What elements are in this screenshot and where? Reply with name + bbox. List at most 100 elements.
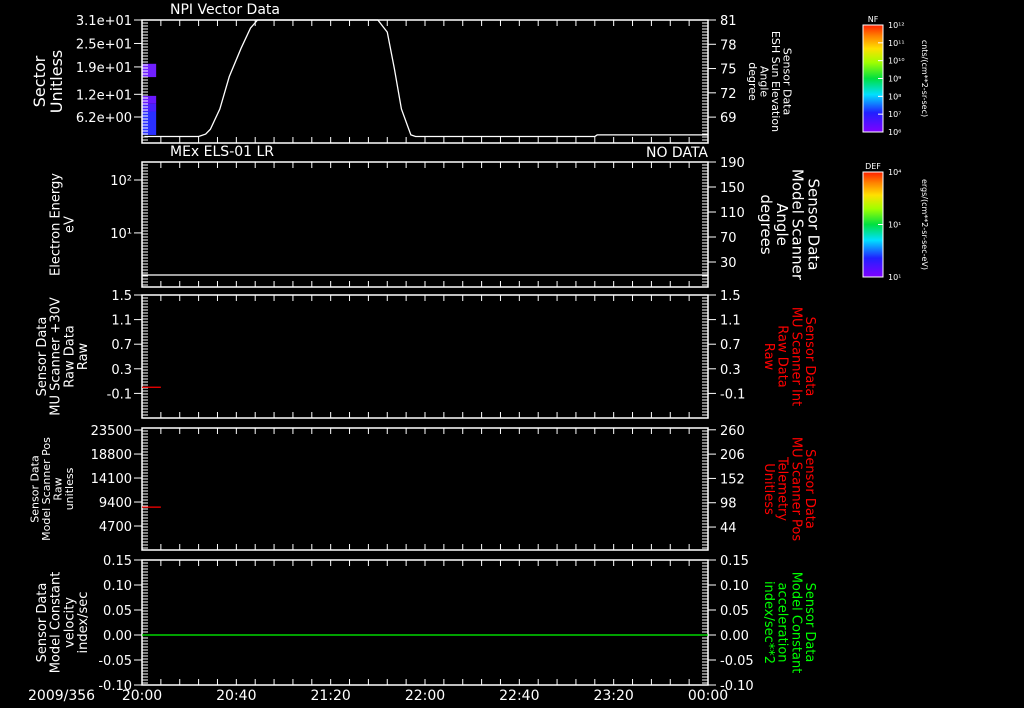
left-tick-label: 23500 bbox=[91, 424, 132, 439]
panel-3: 1.5 1.1 0.7 0.3 -0.1 1.5 1.1 0.7 0.3 -0.1 Sensor D… bbox=[35, 289, 817, 419]
colorbar-tick-label: 10¹ bbox=[888, 273, 901, 282]
panel-5: 0.150.100.050.00-0.05-0.100.150.100.050.… bbox=[35, 554, 817, 694]
time-axis: 20:00 20:40 21:20 22:00 22:40 23:20 00:00 bbox=[122, 688, 728, 704]
left-tick-label: 0.00 bbox=[103, 629, 132, 644]
right-tick-label: 98 bbox=[720, 497, 737, 512]
right-tick-label: 30 bbox=[720, 256, 737, 271]
right-axis-label-line: degree bbox=[746, 62, 759, 101]
time-tick-label: 20:40 bbox=[216, 688, 256, 704]
time-tick-label: 22:00 bbox=[405, 688, 445, 704]
left-axis-label: Electron EnergyeV bbox=[49, 173, 78, 276]
right-tick-label: 72 bbox=[720, 87, 737, 102]
panel-frame bbox=[141, 427, 709, 551]
time-tick-label: 23:20 bbox=[593, 688, 633, 704]
right-tick-label: 206 bbox=[720, 448, 745, 463]
right-axis-label: Sensor DataModel Constantaccelerationind… bbox=[761, 572, 817, 674]
left-axis-label-line: Unitless bbox=[47, 50, 66, 114]
colorbar-tick-label: 10¹⁰ bbox=[888, 57, 905, 66]
panel-frame bbox=[141, 161, 709, 288]
left-tick-label: 10² bbox=[110, 174, 132, 189]
left-tick-label: 18800 bbox=[91, 448, 132, 463]
time-tick-label: 21:20 bbox=[310, 688, 350, 704]
data-line bbox=[144, 19, 708, 138]
left-tick-label: 0.3 bbox=[111, 363, 132, 378]
left-tick-label: 1.5 bbox=[111, 289, 132, 304]
panel-1: 3.1e+01 2.5e+01 1.9e+01 1.2e+01 6.2e+00 81 78 7… bbox=[30, 2, 794, 144]
right-axis-label: Sensor DataESH Sun ElevationAngledegree bbox=[746, 31, 794, 132]
left-axis-label-line: Raw bbox=[76, 342, 91, 370]
right-tick-label: 260 bbox=[720, 424, 745, 439]
right-tick-label: 81 bbox=[720, 14, 737, 29]
panel-title: NPI Vector Data bbox=[170, 2, 280, 18]
left-tick-label: 0.7 bbox=[111, 338, 132, 353]
date-label: 2009/356 bbox=[28, 688, 95, 704]
right-tick-label: 0.00 bbox=[720, 629, 749, 644]
right-tick-label: 1.1 bbox=[720, 314, 741, 329]
left-tick-label: 0.15 bbox=[103, 554, 132, 569]
left-axis-label: Sensor DataModel Constantvelocityindex/s… bbox=[35, 572, 91, 674]
panel-frame bbox=[141, 19, 709, 144]
right-tick-label: 69 bbox=[720, 111, 737, 126]
panel-frame bbox=[141, 294, 709, 419]
colorbar-unit-text: ergs/(cm**2-sr-sec-eV) bbox=[920, 179, 929, 270]
right-tick-label: -0.1 bbox=[720, 387, 745, 402]
panel-4: 23500 18800 14100 9400 4700 260 206 152 98 44 Sens… bbox=[29, 424, 817, 551]
right-axis-label: Sensor DataMU Scanner PosTelemetryUnitle… bbox=[761, 437, 817, 542]
right-axis-label-line: degrees bbox=[757, 194, 775, 255]
right-tick-label: 1.5 bbox=[720, 289, 741, 304]
no-data-label: NO DATA bbox=[646, 145, 708, 161]
right-tick-label: 110 bbox=[720, 206, 745, 221]
right-tick-label: 190 bbox=[720, 156, 745, 171]
time-tick-label: 00:00 bbox=[688, 688, 728, 704]
right-axis-label: Sensor DataMU Scanner IntRaw DataRaw bbox=[761, 307, 817, 406]
colorbar-tick-label: 10⁴ bbox=[888, 168, 901, 177]
colorbar-tick-label: 10⁹ bbox=[888, 75, 901, 84]
left-tick-label: 1.1 bbox=[111, 314, 132, 329]
spectrogram-cell bbox=[142, 95, 157, 104]
right-tick-label: 78 bbox=[720, 38, 737, 53]
colorbar-tick-label: 10¹² bbox=[888, 21, 905, 30]
colorbars: NF 10¹² 10¹¹ 10¹⁰ 10⁹ 10⁸ 10⁷ 10⁶ cnts/(cm**2-sr… bbox=[862, 15, 929, 282]
left-tick-label: 1.2e+01 bbox=[76, 88, 132, 103]
colorbar-tick-label: 10⁷ bbox=[888, 110, 901, 119]
colorbar-unit-label: cnts/(cm**2-sr-sec) bbox=[920, 40, 929, 117]
time-tick-label: 20:00 bbox=[122, 688, 162, 704]
left-axis-label-line: eV bbox=[62, 216, 77, 233]
panel-2: 10² 10¹ 190 150 110 70 30 MEx ELS-01 LR NO DATA E… bbox=[49, 144, 822, 288]
colorbar-unit-text: cnts/(cm**2-sr-sec) bbox=[920, 40, 929, 117]
left-tick-label: -0.1 bbox=[107, 387, 132, 402]
left-tick-label: 2.5e+01 bbox=[76, 37, 132, 52]
left-axis-label: SectorUnitless bbox=[30, 50, 66, 114]
right-tick-label: 0.3 bbox=[720, 363, 741, 378]
left-tick-label: 0.05 bbox=[103, 604, 132, 619]
right-axis-label-line: Unitless bbox=[761, 463, 776, 515]
right-tick-label: -0.05 bbox=[720, 654, 754, 669]
right-axis-label-line: Raw bbox=[761, 343, 776, 371]
left-tick-label: 10¹ bbox=[110, 227, 132, 242]
right-tick-label: 44 bbox=[720, 521, 737, 536]
colorbar-unit-label: ergs/(cm**2-sr-sec-eV) bbox=[920, 179, 929, 270]
right-axis-label-line: index/sec**2 bbox=[761, 581, 776, 664]
left-tick-label: 9400 bbox=[99, 496, 132, 511]
colorbar-title: DEF bbox=[865, 162, 881, 171]
colorbar-tick-label: 10¹¹ bbox=[888, 39, 905, 48]
left-tick-label: 6.2e+00 bbox=[76, 111, 132, 126]
panel-frame bbox=[141, 559, 709, 686]
colorbar-nf: NF 10¹² 10¹¹ 10¹⁰ 10⁹ 10⁸ 10⁷ 10⁶ cnts/(cm**2-sr… bbox=[862, 15, 929, 137]
right-tick-label: 152 bbox=[720, 472, 745, 487]
left-tick-label: 4700 bbox=[99, 520, 132, 535]
left-axis-label: Sensor DataMU Scanner +30VRaw DataRaw bbox=[35, 297, 91, 416]
panels: 3.1e+01 2.5e+01 1.9e+01 1.2e+01 6.2e+00 81 78 7… bbox=[29, 2, 823, 694]
colorbar-tick-label: 10⁸ bbox=[888, 92, 901, 101]
left-tick-label: -0.05 bbox=[98, 654, 132, 669]
right-axis-label: Sensor DataModel ScannerAngledegrees bbox=[757, 169, 822, 281]
left-tick-label: 3.1e+01 bbox=[76, 14, 132, 29]
right-tick-label: 0.15 bbox=[720, 554, 749, 569]
time-tick-label: 22:40 bbox=[499, 688, 539, 704]
colorbar-def: DEF 10⁴ 10¹ 10¹ ergs/(cm**2-sr-sec-eV) bbox=[862, 162, 929, 282]
right-tick-label: 75 bbox=[720, 63, 737, 78]
left-axis-label-line: unitless bbox=[63, 467, 76, 510]
left-axis-label: Sensor DataModel Scanner PosRawunitless bbox=[29, 437, 77, 541]
colorbar-tick-label: 10⁶ bbox=[888, 128, 901, 137]
panel-title: MEx ELS-01 LR bbox=[170, 144, 274, 160]
